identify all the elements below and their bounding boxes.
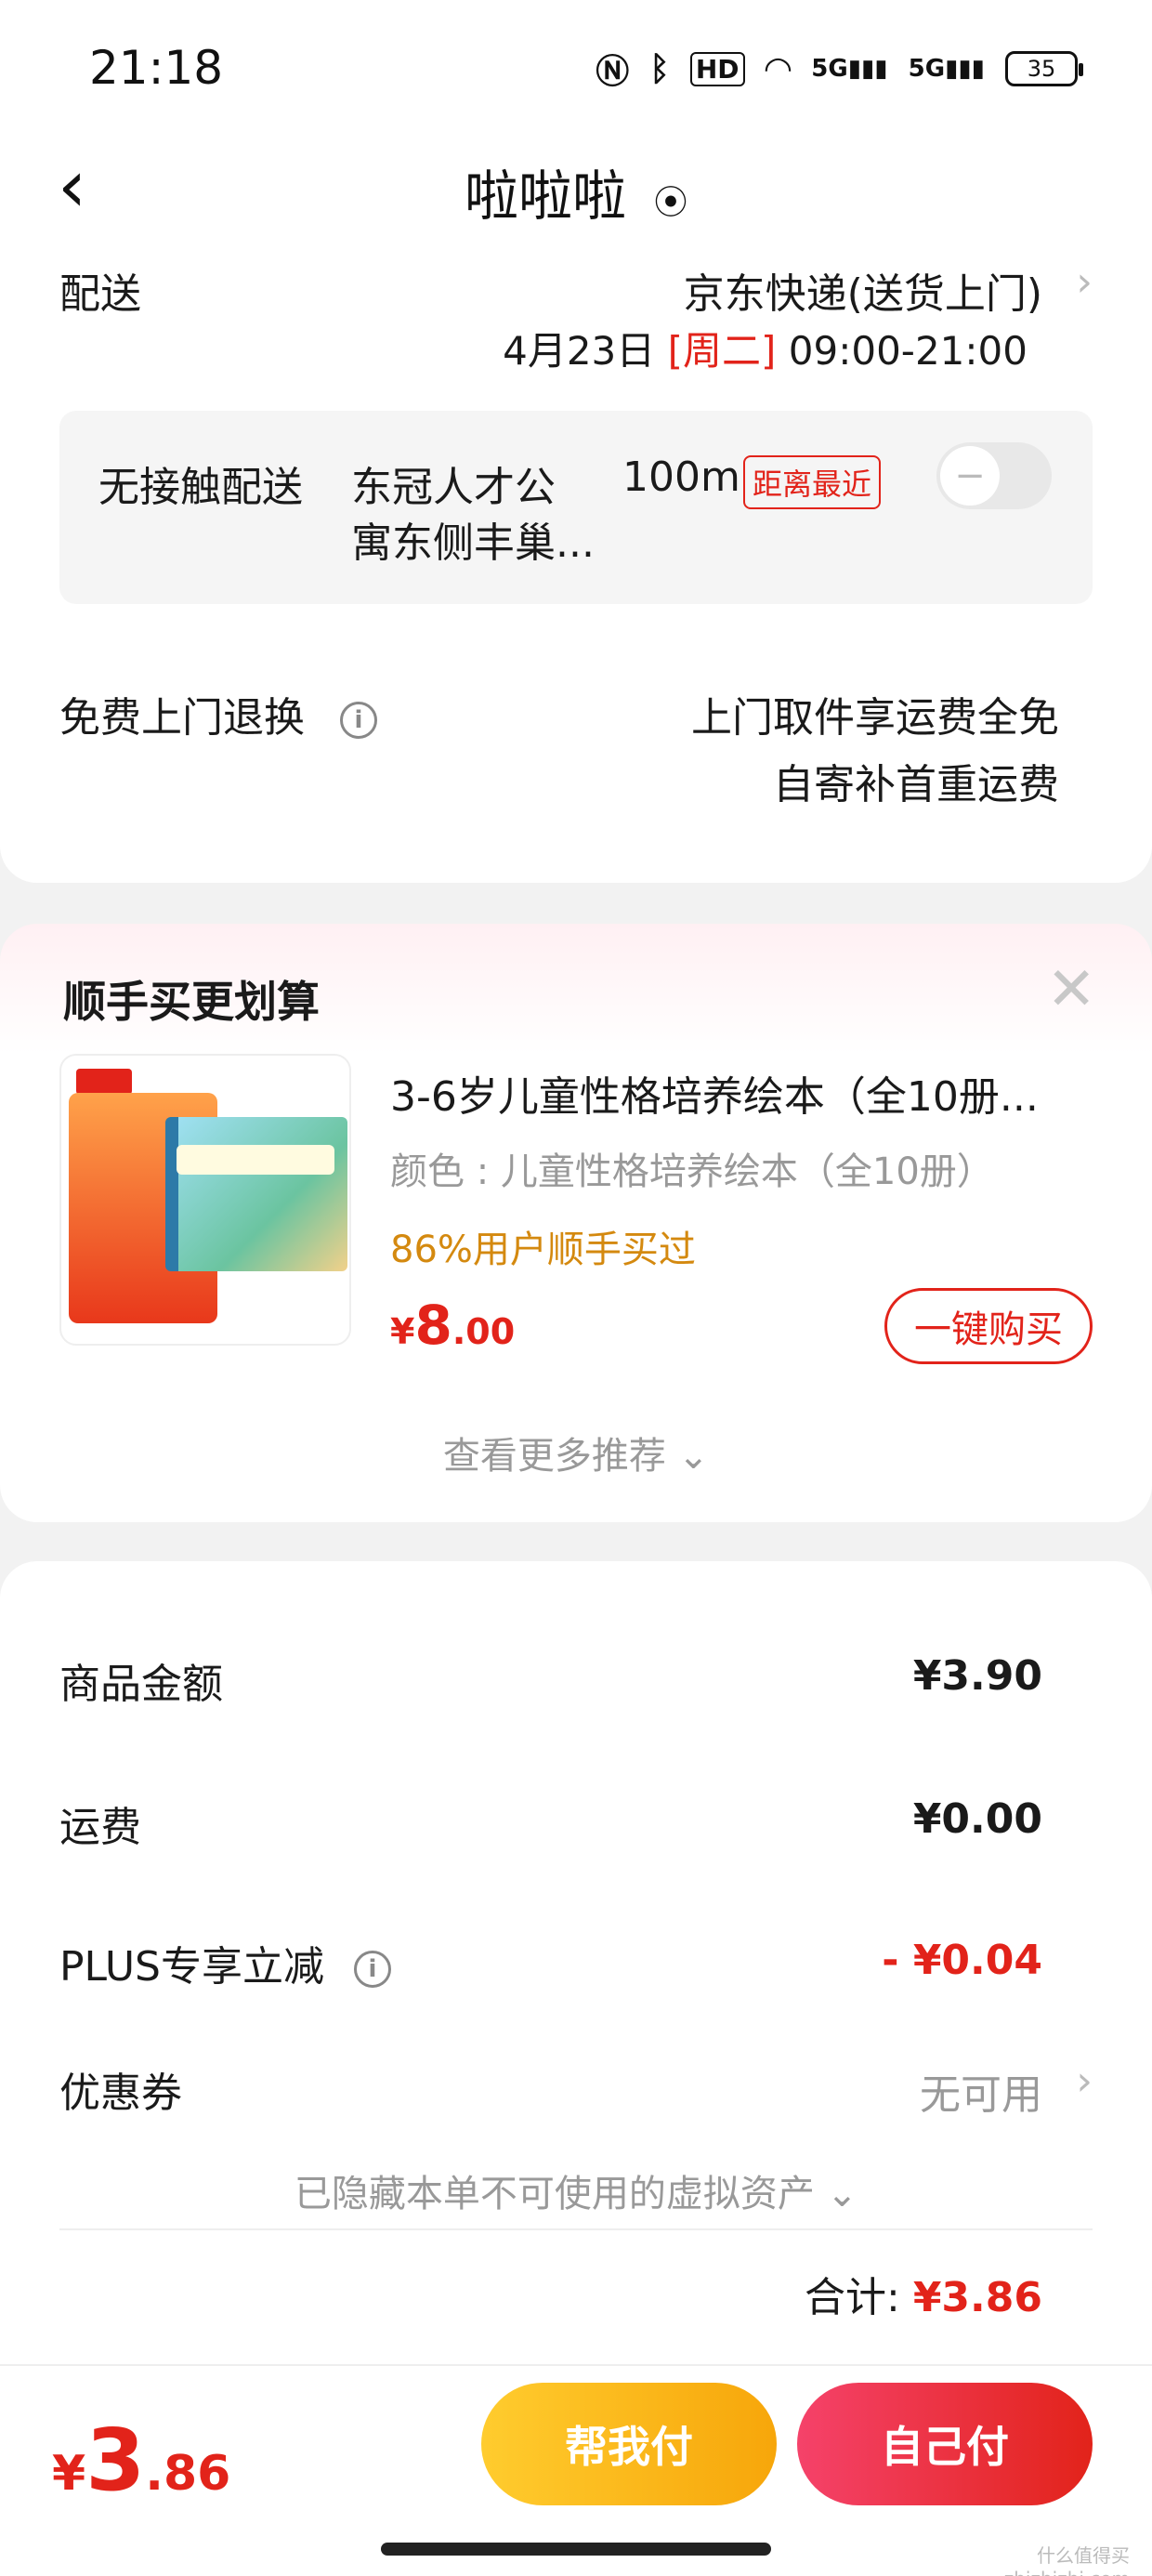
plus-discount-label: PLUS专享立减 i [59,1933,391,1992]
chevron-right-icon[interactable]: › [1076,2057,1093,2105]
5g-signal-icon: 5G▮▮▮ [811,55,888,83]
price-decimal: .00 [452,1311,516,1352]
total-label: 合计: [805,2274,913,2321]
price-detail-card: 商品金额 ¥3.90 运费 ¥0.00 PLUS专享立减 i - ¥0.04 优… [0,1561,1152,2370]
nearest-tag: 距离最近 [743,455,882,509]
no-contact-label: 无接触配送 [98,464,303,511]
home-indicator[interactable] [381,2543,771,2556]
goods-amount-label: 商品金额 [59,1661,223,1708]
delivery-method[interactable]: 京东快递(送货上门) [684,260,1042,320]
wifi-icon: ◠ [765,49,792,88]
recommend-card: 顺手买更划算 ✕ 3-6岁儿童性格培养绘本（全10册... 颜色 : 儿童性格培… [0,924,1152,1522]
help-pay-button[interactable]: 帮我付 [481,2383,777,2505]
more-recommend-link[interactable]: 查看更多推荐 ⌄ [0,1426,1152,1479]
delivery-weekday: [周二] [667,328,777,374]
watermark: 什么值得买 zhizhizhi.com [1004,2544,1130,2576]
location-pin-icon: ⦿ [654,183,688,222]
delivery-date: 4月23日 [503,328,656,374]
product-bought-rate: 86%用户顺手买过 [390,1229,696,1271]
address-name[interactable]: 啦啦啦 [465,164,626,228]
price-decimal: .86 [145,2446,231,2502]
no-contact-delivery: 无接触配送 东冠人才公 寓东侧丰巢... 100m 距离最近 − [59,411,1093,604]
total-row: 合计: ¥3.86 [805,2264,1042,2323]
total-value: ¥3.86 [912,2274,1042,2321]
shipping-value: ¥0.00 [912,1795,1042,1843]
hidden-assets-link[interactable]: 已隐藏本单不可使用的虚拟资产 ⌄ [0,2163,1152,2217]
self-pay-button[interactable]: 自己付 [797,2383,1093,2505]
delivery-time-range: 09:00-21:00 [788,328,1028,374]
free-return-label: 免费上门退换 i [59,684,377,743]
info-icon[interactable]: i [340,702,377,739]
goods-amount-value: ¥3.90 [912,1652,1042,1700]
delivery-card: 配送 京东快递(送货上门) › 4月23日 [周二] 09:00-21:00 无… [0,242,1152,883]
divider [59,2228,1093,2230]
chevron-right-icon[interactable]: › [1076,258,1093,306]
return-line1: 上门取件享运费全免 [691,694,1059,742]
product-spec: 颜色 : 儿童性格培养绘本（全10册） [390,1150,994,1193]
page-title: 啦啦啦 ⦿ [0,152,1152,230]
delivery-label: 配送 [59,270,141,318]
pickup-distance: 100m [622,453,740,501]
free-return-text: 免费上门退换 [59,694,305,742]
delivery-time[interactable]: 4月23日 [周二] 09:00-21:00 [503,320,1028,376]
info-icon[interactable]: i [354,1951,391,1988]
battery-icon: 35 [1005,51,1083,86]
pay-amount: ¥3.86 [52,2411,230,2510]
close-icon[interactable]: ✕ [1046,955,1096,1024]
coupon-value[interactable]: 无可用 [920,2061,1042,2121]
recommend-title: 顺手买更划算 [63,977,320,1027]
5g-signal-icon: 5G▮▮▮ [908,55,985,83]
toggle-off-icon: − [940,446,1000,506]
page-header: ‹ 啦啦啦 ⦿ [0,130,1152,242]
price-integer: 8 [414,1294,452,1357]
currency-symbol: ¥ [390,1311,415,1352]
bottom-action-bar: ¥3.86 帮我付 自己付 什么值得买 zhizhizhi.com [0,2364,1152,2576]
status-icons: Ⓝ ᛒ HD ◠ 5G▮▮▮ 5G▮▮▮ 35 [596,45,1083,93]
pickup-location-line2: 寓东侧丰巢... [351,519,595,567]
brand-logo [76,1069,132,1095]
book-cover-image [165,1117,347,1271]
product-name[interactable]: 3-6岁儿童性格培养绘本（全10册... [390,1063,1096,1123]
no-contact-toggle[interactable]: − [936,442,1052,509]
plus-discount-text: PLUS专享立减 [59,1943,324,1991]
status-bar: 21:18 Ⓝ ᛒ HD ◠ 5G▮▮▮ 5G▮▮▮ 35 [0,0,1152,130]
return-line2: 自寄补首重运费 [773,761,1059,808]
shipping-label: 运费 [59,1804,141,1851]
coupon-label: 优惠券 [59,2070,182,2117]
plus-discount-value: - ¥0.04 [882,1937,1042,1984]
pickup-location-line1: 东冠人才公 [351,464,556,511]
product-price: ¥8.00 [390,1294,515,1357]
hd-icon: HD [689,51,745,86]
product-thumbnail[interactable] [59,1054,351,1346]
status-time: 21:18 [89,41,224,95]
nfc-icon: Ⓝ [596,53,630,91]
currency-symbol: ¥ [52,2446,86,2502]
price-integer: 3 [85,2411,146,2510]
one-click-buy-button[interactable]: 一键购买 [884,1288,1093,1364]
bluetooth-icon: ᛒ [649,49,670,88]
book-title-band [177,1145,334,1175]
